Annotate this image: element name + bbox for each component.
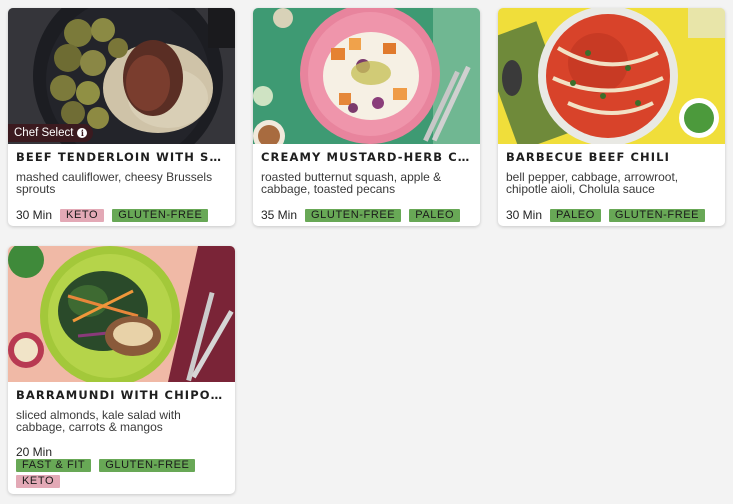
meal-description: sliced almonds, kale salad with cabbage,… bbox=[16, 408, 181, 434]
meal-image-chicken bbox=[253, 8, 480, 144]
meal-title[interactable]: BEEF TENDERLOIN WITH SHALLOT PAN SAUCE bbox=[16, 150, 227, 164]
info-icon[interactable]: i bbox=[77, 128, 88, 138]
meal-card-beef-tenderloin[interactable]: Chef Select i BEEF TENDERLOIN WITH SHALL… bbox=[8, 8, 235, 226]
meal-image-barramundi bbox=[8, 246, 235, 382]
tag-gluten-free: GLUTEN-FREE bbox=[99, 459, 196, 472]
prep-time: 35 Min bbox=[261, 208, 298, 222]
meal-meta: 30 Min PALEO GLUTEN-FREE bbox=[506, 208, 717, 222]
meal-card-mustard-herb-chicken[interactable]: CREAMY MUSTARD-HERB CHICKEN roasted butt… bbox=[253, 8, 480, 226]
tag-gluten-free: GLUTEN-FREE bbox=[608, 208, 706, 222]
tag-paleo: PALEO bbox=[550, 208, 601, 222]
meal-description: mashed cauliflower, cheesy Brussels spro… bbox=[16, 170, 213, 196]
meal-meta: FAST & FIT GLUTEN-FREE KETO bbox=[16, 459, 227, 488]
meal-image-chili bbox=[498, 8, 725, 144]
chef-select-badge[interactable]: Chef Select i bbox=[8, 124, 94, 142]
meal-photo[interactable] bbox=[498, 8, 725, 144]
meal-photo[interactable] bbox=[8, 246, 235, 382]
tag-keto: KETO bbox=[16, 475, 61, 488]
tag-gluten-free: GLUTEN-FREE bbox=[305, 208, 402, 222]
meal-card-barbecue-beef-chili[interactable]: BARBECUE BEEF CHILI bell pepper, cabbage… bbox=[498, 8, 725, 226]
meal-title[interactable]: BARBECUE BEEF CHILI bbox=[506, 150, 717, 164]
tag-paleo: PALEO bbox=[409, 208, 461, 222]
chef-select-label: Chef Select bbox=[14, 127, 74, 139]
meal-meta: 30 Min KETO GLUTEN-FREE bbox=[16, 208, 227, 222]
tag-keto: KETO bbox=[60, 208, 105, 222]
meal-photo[interactable]: Chef Select i bbox=[8, 8, 235, 144]
tag-fast-and-fit: FAST & FIT bbox=[16, 459, 92, 472]
meal-description: roasted butternut squash, apple & cabbag… bbox=[261, 170, 442, 196]
meal-card-barramundi[interactable]: BARRAMUNDI WITH CHIPOTLE LIME CREMA slic… bbox=[8, 246, 235, 494]
prep-time: 20 Min bbox=[16, 445, 53, 459]
meal-description: bell pepper, cabbage, arrowroot, chipotl… bbox=[506, 170, 679, 196]
meal-title[interactable]: BARRAMUNDI WITH CHIPOTLE LIME CREMA bbox=[16, 388, 227, 402]
meal-meta: 35 Min GLUTEN-FREE PALEO bbox=[261, 208, 472, 222]
meal-title[interactable]: CREAMY MUSTARD-HERB CHICKEN bbox=[261, 150, 472, 164]
tag-gluten-free: GLUTEN-FREE bbox=[112, 208, 209, 222]
meal-photo[interactable] bbox=[253, 8, 480, 144]
prep-time: 30 Min bbox=[16, 208, 53, 222]
prep-time: 30 Min bbox=[506, 208, 543, 222]
